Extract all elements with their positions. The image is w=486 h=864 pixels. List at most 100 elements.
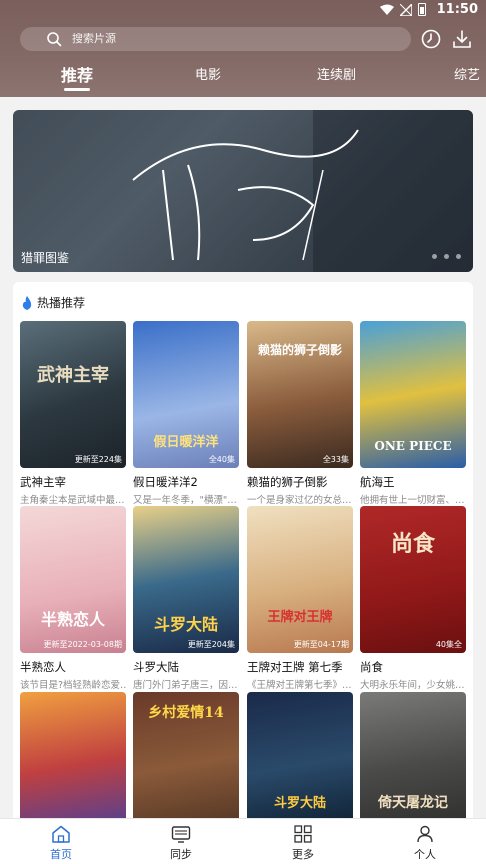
- poster: 斗罗大陆: [247, 692, 353, 839]
- episode-badge: 更新至04-17期: [293, 640, 349, 649]
- nav-sync-label: 同步: [170, 848, 192, 861]
- banner-pager: [432, 254, 461, 259]
- status-bar: 11:50: [0, 0, 486, 20]
- video-card[interactable]: 武神主宰 更新至224集 武神主宰 主角秦尘本是武域中最…: [20, 321, 126, 506]
- video-card[interactable]: 尚食 40集全 尚食 大明永乐年间，少女姚…: [360, 506, 466, 691]
- bottom-nav: 首页 同步 更多 个人: [0, 818, 486, 864]
- poster: 倚天屠龙记: [360, 692, 466, 839]
- tab-active-indicator: [64, 88, 90, 91]
- status-time: 11:50: [436, 2, 478, 17]
- search-bar[interactable]: [20, 27, 411, 51]
- nav-profile-label: 个人: [414, 848, 436, 861]
- card-desc: 《王牌对王牌第七季》…: [247, 680, 352, 691]
- card-title: 假日暖洋洋2: [133, 475, 198, 489]
- card-desc: 大明永乐年间，少女姚…: [360, 680, 465, 691]
- episode-badge: 全40集: [208, 455, 235, 464]
- tv-icon: [171, 826, 191, 843]
- poster: 赖猫的狮子倒影 全33集: [247, 321, 353, 468]
- pager-dot: [432, 254, 437, 259]
- nav-more[interactable]: 更多: [273, 825, 333, 862]
- poster: [20, 692, 126, 839]
- video-card[interactable]: 半熟恋人 更新至2022-03-08期 半熟恋人 该节目是?档轻熟龄恋爱…: [20, 506, 126, 691]
- poster: 假日暖洋洋 全40集: [133, 321, 239, 468]
- section-header: 热播推荐: [21, 294, 85, 311]
- pager-dot: [456, 254, 461, 259]
- card-title: 王牌对王牌 第七季: [247, 660, 343, 674]
- poster: 半熟恋人 更新至2022-03-08期: [20, 506, 126, 653]
- card-title: 半熟恋人: [20, 660, 66, 674]
- poster-art-title: 武神主宰: [37, 365, 109, 386]
- poster: 乡村爱情14: [133, 692, 239, 839]
- poster-art-title: 斗罗大陆: [153, 615, 218, 634]
- episode-badge: 全33集: [322, 455, 349, 464]
- poster: 武神主宰 更新至224集: [20, 321, 126, 468]
- search-icon: [47, 32, 62, 47]
- history-icon[interactable]: [421, 29, 441, 49]
- battery-icon: [418, 3, 426, 16]
- poster-art-title: 假日暖洋洋: [153, 435, 219, 450]
- tab-recommend[interactable]: 推荐: [61, 62, 93, 86]
- card-desc: 唐门外门弟子唐三，因…: [133, 680, 238, 691]
- poster-art-title: ONE PIECE: [374, 439, 452, 453]
- nav-profile[interactable]: 个人: [395, 825, 455, 862]
- card-desc: 他拥有世上一切财富、…: [360, 495, 465, 506]
- signal-icon: [400, 3, 412, 16]
- download-icon[interactable]: [451, 28, 473, 50]
- video-card[interactable]: 倚天屠龙记: [360, 692, 466, 839]
- tab-movies[interactable]: 电影: [195, 64, 221, 83]
- poster-art-title: 赖猫的狮子倒影: [257, 343, 342, 357]
- card-title: 尚食: [360, 660, 383, 674]
- grid-icon: [294, 825, 312, 843]
- poster: 斗罗大陆 更新至204集: [133, 506, 239, 653]
- nav-home-label: 首页: [50, 848, 72, 861]
- user-icon: [417, 825, 433, 843]
- episode-badge: 更新至204集: [187, 640, 235, 649]
- nav-home[interactable]: 首页: [31, 825, 91, 862]
- card-title: 斗罗大陆: [133, 660, 179, 674]
- card-title: 航海王: [360, 475, 395, 489]
- episode-badge: 更新至224集: [74, 455, 122, 464]
- card-title: 赖猫的狮子倒影: [247, 475, 328, 489]
- video-card[interactable]: 斗罗大陆: [247, 692, 353, 839]
- episode-badge: 更新至2022-03-08期: [43, 640, 123, 649]
- poster: ONE PIECE: [360, 321, 466, 468]
- tab-series[interactable]: 连续剧: [317, 64, 356, 83]
- hot-recommend-section: 热播推荐 武神主宰 更新至224集 武神主宰 主角秦尘本是武域中最… 假日暖洋洋…: [13, 282, 473, 842]
- poster-art-title: 半熟恋人: [40, 610, 105, 629]
- wifi-icon: [380, 4, 394, 15]
- poster-art-title: 尚食: [390, 531, 435, 557]
- poster: 王牌对王牌 更新至04-17期: [247, 506, 353, 653]
- search-input[interactable]: [72, 33, 372, 45]
- nav-more-label: 更多: [292, 848, 314, 861]
- app-header: 11:50 推荐 电影 连续剧 综艺: [0, 0, 486, 97]
- card-desc: 该节目是?档轻熟龄恋爱…: [20, 680, 126, 691]
- video-card[interactable]: 假日暖洋洋 全40集 假日暖洋洋2 又是一年冬季，"横漂"…: [133, 321, 239, 506]
- card-desc: 一个是身家过亿的女总…: [247, 495, 352, 506]
- nav-sync[interactable]: 同步: [151, 825, 211, 862]
- tab-variety[interactable]: 综艺: [454, 64, 480, 83]
- poster-art-title: 倚天屠龙记: [378, 795, 448, 811]
- poster-art-title: 王牌对王牌: [267, 610, 333, 625]
- video-card[interactable]: 赖猫的狮子倒影 全33集 赖猫的狮子倒影 一个是身家过亿的女总…: [247, 321, 353, 506]
- poster: 尚食 40集全: [360, 506, 466, 653]
- banner-title: 猎罪图鉴: [21, 251, 70, 265]
- fire-icon: [22, 295, 32, 310]
- pager-dot: [444, 254, 449, 259]
- featured-banner[interactable]: 猎罪图鉴: [13, 110, 473, 272]
- poster-art-title: 斗罗大陆: [273, 796, 326, 811]
- video-card[interactable]: ONE PIECE 航海王 他拥有世上一切财富、…: [360, 321, 466, 506]
- video-card[interactable]: 王牌对王牌 更新至04-17期 王牌对王牌 第七季 《王牌对王牌第七季》…: [247, 506, 353, 691]
- card-desc: 又是一年冬季，"横漂"…: [133, 495, 237, 506]
- video-card[interactable]: 乡村爱情14: [133, 692, 239, 839]
- episode-badge: 40集全: [435, 640, 462, 649]
- card-title: 武神主宰: [20, 475, 66, 489]
- banner-artwork: [13, 110, 473, 272]
- poster-art-title: 乡村爱情14: [148, 705, 224, 721]
- section-title: 热播推荐: [37, 296, 86, 310]
- video-card[interactable]: [20, 692, 126, 839]
- status-icons: [380, 3, 426, 16]
- video-card[interactable]: 斗罗大陆 更新至204集 斗罗大陆 唐门外门弟子唐三，因…: [133, 506, 239, 691]
- card-desc: 主角秦尘本是武域中最…: [20, 495, 125, 506]
- category-tabs: 推荐 电影 连续剧 综艺: [0, 60, 486, 96]
- home-icon: [52, 825, 70, 843]
